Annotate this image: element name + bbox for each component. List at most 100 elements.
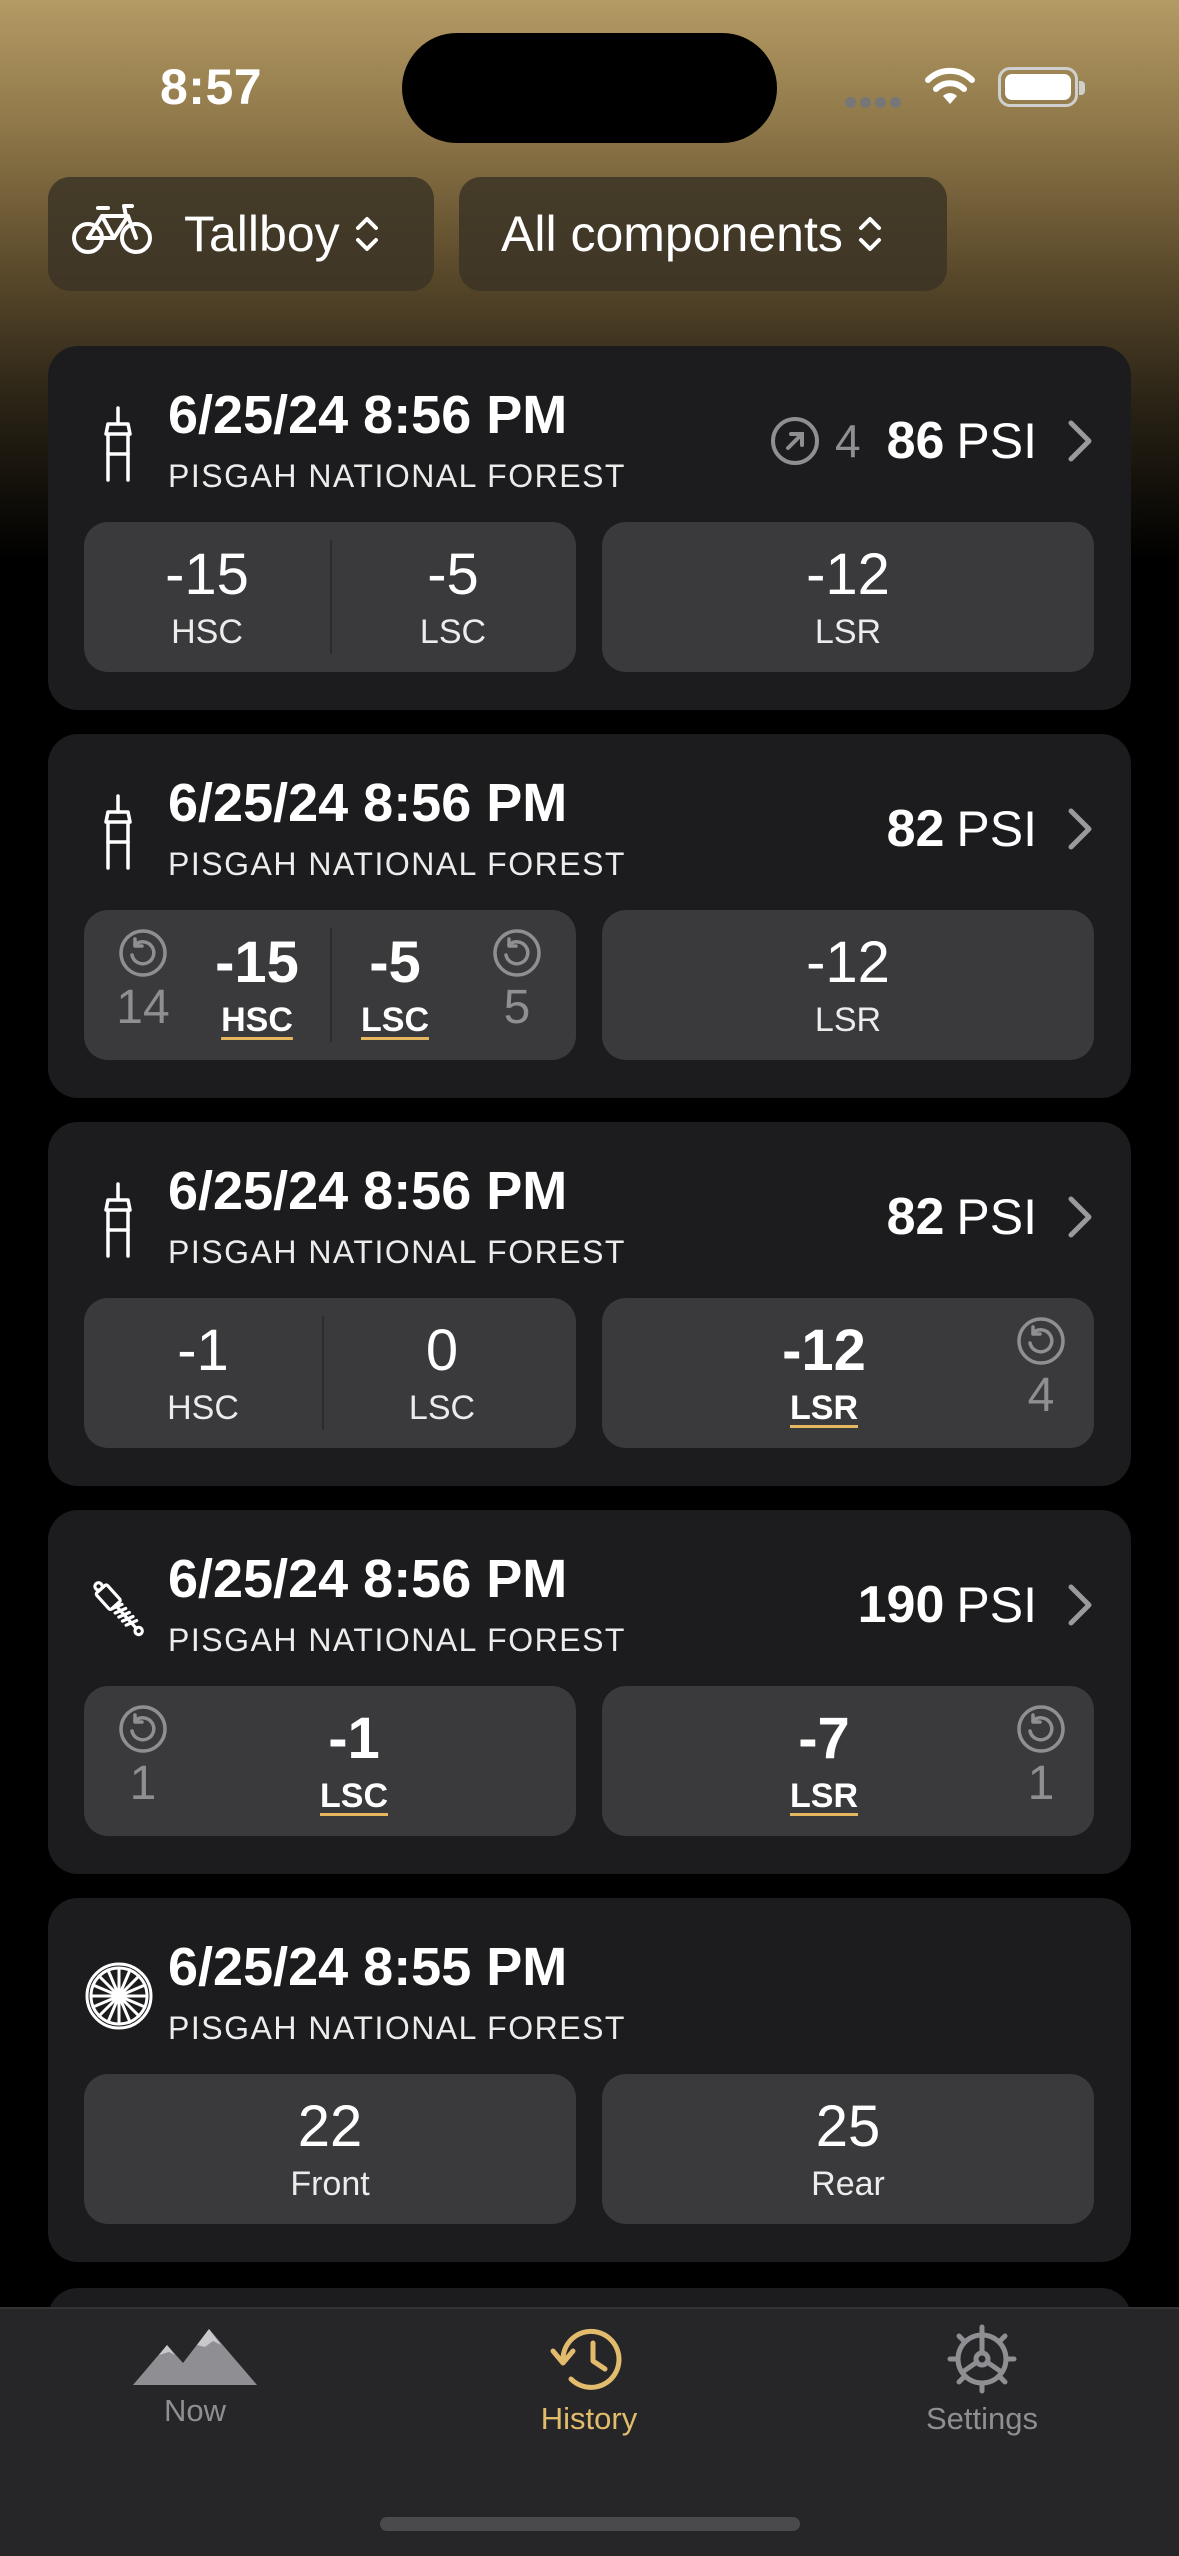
rebound-box: -12 LSR (602, 522, 1094, 672)
lsr-label: LSR (814, 1001, 882, 1039)
rear-tire-box: 25 Rear (602, 2074, 1094, 2224)
battery-icon (998, 67, 1085, 107)
lsr-label: LSR (790, 1777, 858, 1815)
psi-value: 86 (886, 412, 945, 470)
front-pressure-value: 22 (297, 2094, 363, 2159)
lsc-value: -1 (328, 1706, 380, 1771)
lsc-label: LSC (408, 1389, 476, 1427)
lsr-value: -12 (806, 930, 890, 995)
lsc-label: LSC (419, 613, 487, 651)
gear-icon (947, 2324, 1017, 2394)
lsr-clicks-value: 1 (1027, 1757, 1055, 1810)
history-card[interactable]: 6/25/24 8:56 PM PISGAH NATIONAL FOREST 8… (48, 1122, 1131, 1486)
compression-box: -15 HSC -5 LSC (84, 522, 576, 672)
tab-settings[interactable]: Settings (862, 2323, 1102, 2437)
card-location: PISGAH NATIONAL FOREST (168, 1622, 626, 1658)
chevron-up-down-icon (354, 214, 380, 254)
lsc-label: LSC (361, 1001, 429, 1039)
card-location: PISGAH NATIONAL FOREST (168, 458, 626, 494)
counterclockwise-icon (1017, 1317, 1065, 1365)
lsr-label: LSR (814, 613, 882, 651)
tab-settings-label: Settings (925, 2401, 1038, 2436)
dynamic-island (402, 33, 777, 143)
counterclockwise-icon (493, 929, 541, 977)
history-clock-icon (550, 2328, 622, 2390)
lsc-clicks: 5 (482, 928, 552, 1038)
fork-icon (88, 1180, 148, 1260)
counterclockwise-icon (119, 929, 167, 977)
arrow-up-right-circle-icon (770, 417, 819, 465)
chevron-right-icon (1067, 807, 1093, 851)
hsc-value: -15 (165, 542, 249, 607)
tab-now-label: Now (163, 2393, 226, 2428)
lsr-clicks-value: 4 (1027, 1369, 1055, 1422)
rear-label: Rear (811, 2165, 885, 2203)
chevron-right-icon (1067, 1583, 1093, 1627)
card-date: 6/25/24 8:56 PM (168, 1549, 568, 1609)
sag-count: 4 (769, 414, 861, 468)
chevron-right-icon (1067, 419, 1093, 463)
card-date: 6/25/24 8:55 PM (168, 1937, 568, 1997)
compression-box: 1 -1 LSC (84, 1686, 576, 1836)
lsr-clicks: 4 (1006, 1316, 1076, 1426)
lsc-value: -5 (427, 542, 479, 607)
history-card[interactable]: 6/25/24 8:56 PM PISGAH NATIONAL FOREST 4… (48, 346, 1131, 710)
psi-unit: PSI (956, 801, 1037, 857)
lsr-clicks: 1 (1006, 1704, 1076, 1814)
hsc-clicks-value: 14 (116, 981, 170, 1034)
psi-unit: PSI (956, 1189, 1037, 1245)
component-picker[interactable]: All components (459, 177, 947, 291)
hsc-value: -1 (177, 1318, 229, 1383)
compression-box: 14 -15 HSC -5 LSC 5 (84, 910, 576, 1060)
lsc-clicks-value: 5 (503, 981, 531, 1034)
tab-history[interactable]: History (469, 2323, 709, 2437)
tab-history-label: History (540, 2401, 638, 2436)
component-picker-label: All components (501, 206, 843, 262)
card-date: 6/25/24 8:56 PM (168, 773, 568, 833)
card-date: 6/25/24 8:56 PM (168, 385, 568, 445)
hsc-clicks: 14 (108, 928, 178, 1038)
card-location: PISGAH NATIONAL FOREST (168, 846, 626, 882)
sag-count-value: 4 (834, 415, 861, 467)
tab-now[interactable]: Now (75, 2323, 315, 2429)
wifi-icon (924, 66, 976, 111)
card-location: PISGAH NATIONAL FOREST (168, 2010, 626, 2046)
rear-pressure-value: 25 (815, 2094, 881, 2159)
lsc-label: LSC (320, 1777, 388, 1815)
card-date: 6/25/24 8:56 PM (168, 1161, 568, 1221)
psi-unit: PSI (956, 413, 1037, 469)
history-card[interactable]: 6/25/24 8:55 PM PISGAH NATIONAL FOREST 2… (48, 1898, 1131, 2262)
psi-value: 82 (886, 800, 945, 858)
cellular-signal-icon (845, 95, 905, 109)
lsr-value: -12 (806, 542, 890, 607)
hsc-label: HSC (167, 1389, 239, 1427)
chevron-up-down-icon (857, 214, 883, 254)
front-tire-box: 22 Front (84, 2074, 576, 2224)
rebound-box: -7 LSR 1 (602, 1686, 1094, 1836)
counterclockwise-icon (1017, 1705, 1065, 1753)
hsc-label: HSC (171, 613, 243, 651)
bicycle-icon (70, 200, 154, 268)
front-label: Front (290, 2165, 370, 2203)
mountains-icon (133, 2329, 257, 2385)
lsc-value: 0 (425, 1318, 459, 1383)
fork-icon (88, 792, 148, 872)
bike-picker[interactable]: Tallboy (48, 177, 434, 291)
lsr-value: -12 (782, 1318, 866, 1383)
compression-box: -1 HSC 0 LSC (84, 1298, 576, 1448)
psi-unit: PSI (956, 1577, 1037, 1633)
bike-picker-label: Tallboy (184, 206, 340, 262)
rear-shock-icon (88, 1568, 148, 1648)
card-location: PISGAH NATIONAL FOREST (168, 1234, 626, 1270)
lsr-value: -7 (798, 1706, 850, 1771)
status-time: 8:57 (160, 59, 263, 115)
lsr-label: LSR (790, 1389, 858, 1427)
home-indicator (380, 2517, 800, 2531)
history-card[interactable]: 6/25/24 8:56 PM PISGAH NATIONAL FOREST 1… (48, 1510, 1131, 1874)
history-card[interactable]: 6/25/24 8:56 PM PISGAH NATIONAL FOREST 8… (48, 734, 1131, 1098)
rebound-box: -12 LSR (602, 910, 1094, 1060)
lsc-value: -5 (369, 930, 421, 995)
psi-value: 82 (886, 1188, 945, 1246)
wheel-icon (84, 1956, 154, 2036)
hsc-label: HSC (221, 1001, 293, 1039)
